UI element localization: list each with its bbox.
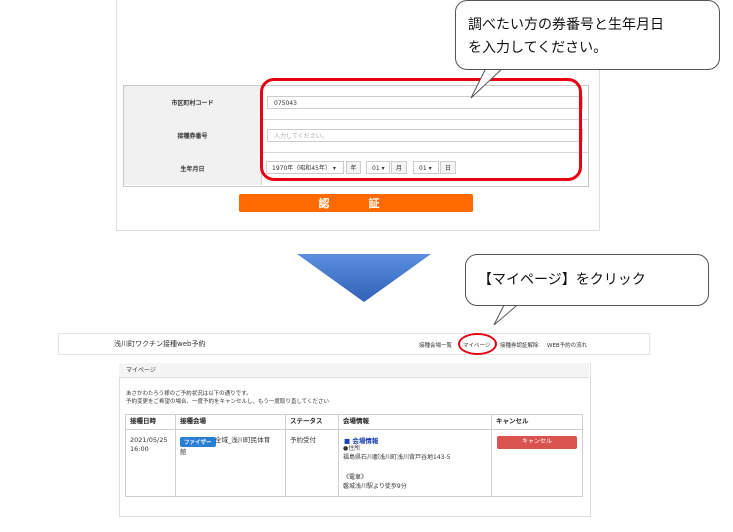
nav-venue-list[interactable]: 接種会場一覧	[419, 341, 452, 349]
birthdate-label: 生年月日	[124, 152, 262, 185]
col-header-status: ステータス	[290, 417, 323, 425]
col-header-cancel: キャンセル	[496, 417, 529, 425]
column-divider	[338, 414, 339, 497]
cancel-button[interactable]: キャンセル	[497, 436, 577, 449]
input-highlight-outline	[260, 78, 582, 181]
nav-booking-flow[interactable]: WEB予約の流れ	[547, 341, 587, 349]
down-arrow-icon	[297, 254, 431, 302]
reservation-status: 予約受付	[290, 436, 316, 444]
venue-address: 福島県石川郡浅川町浅川背戸谷地143-5	[343, 454, 451, 461]
mypage-highlight-outline	[458, 333, 497, 355]
col-header-venue-info: 会場情報	[343, 417, 369, 425]
vaccine-badge: ファイザー	[180, 437, 216, 447]
table-header-divider	[125, 429, 583, 430]
venue-train-access: 磐城浅川駅より徒歩9分	[343, 483, 407, 490]
col-header-datetime: 接種日時	[130, 417, 156, 425]
venue-train-label: 《電車》	[343, 474, 368, 481]
callout1-line2: を入力してください。	[468, 40, 608, 56]
site-title[interactable]: 浅川町ワクチン接種web予約	[114, 339, 205, 349]
venue-address-label: ●住所	[343, 445, 361, 452]
callout-enter-info: 調べたい方の券番号と生年月日 を入力してください。	[455, 0, 720, 70]
mypage-intro-1: あさかわたろう様のご予約状況は以下の通りです。	[126, 391, 252, 397]
venue-name-line1: 全域_浅川町民体育	[215, 436, 271, 444]
column-divider	[491, 414, 492, 497]
mypage-intro-2: 予約変更をご希望の場合、一度予約をキャンセルし、もう一度取り直してください	[126, 399, 330, 405]
callout1-line1: 調べたい方の券番号と生年月日	[468, 17, 664, 33]
column-divider	[175, 414, 176, 497]
mypage-title: マイページ	[119, 363, 589, 378]
nav-ticket-unlink[interactable]: 接種券認証解除	[500, 341, 539, 349]
callout1-tail	[470, 66, 506, 99]
venue-name-line2: 館	[180, 448, 187, 456]
ticket-number-label: 接種券番号	[124, 119, 262, 152]
authenticate-button[interactable]: 認 証	[239, 194, 473, 212]
reservation-time: 16:00	[130, 445, 149, 453]
reservation-date: 2021/05/25	[130, 436, 168, 444]
col-header-venue: 接種会場	[180, 417, 206, 425]
callout-click-mypage: 【マイページ】をクリック	[465, 254, 709, 306]
column-divider	[285, 414, 286, 497]
municipal-code-label: 市区町村コード	[124, 86, 262, 119]
